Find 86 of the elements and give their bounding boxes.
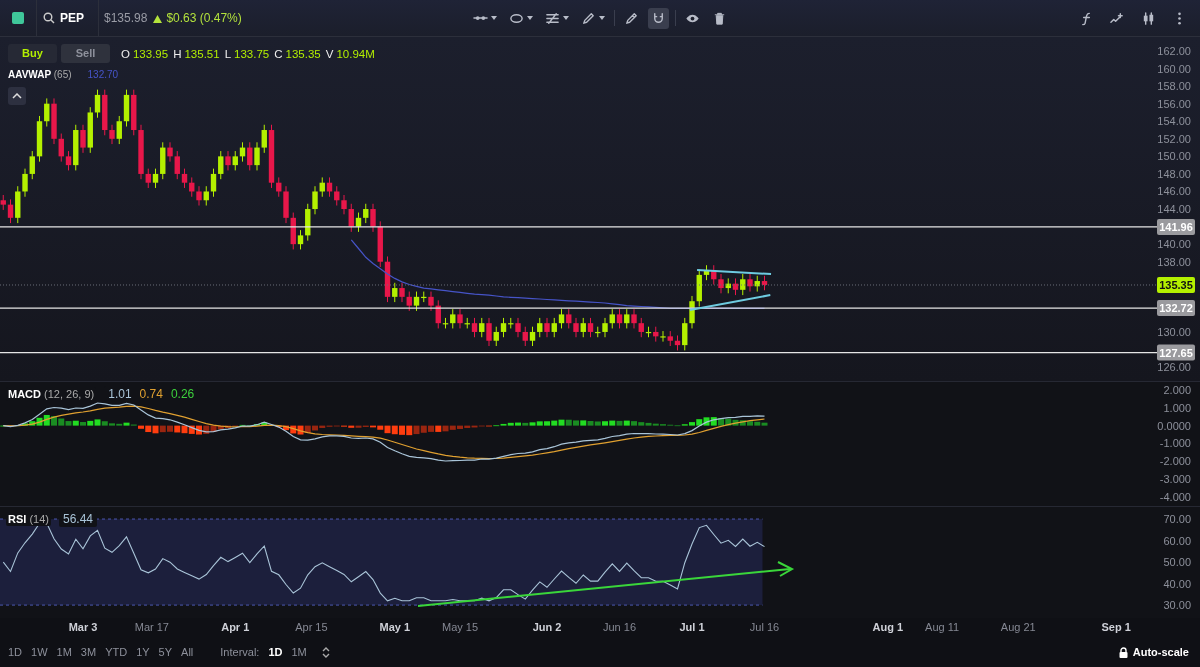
horizontal-line-icon: [473, 15, 488, 21]
interval-button[interactable]: 1M: [291, 646, 307, 659]
axis-label: 150.00: [1157, 150, 1191, 163]
range-button[interactable]: All: [181, 646, 194, 659]
trash-icon: [712, 10, 727, 26]
axis-label: 1.000: [1163, 401, 1191, 414]
price-tag: 141.96: [1157, 218, 1195, 235]
chevron-up-icon: [12, 93, 22, 99]
pencil-icon: [624, 10, 639, 26]
price-tag: 127.65: [1157, 344, 1195, 361]
axis-label: Mar 3: [68, 621, 98, 634]
interval-button[interactable]: 1D: [268, 646, 283, 659]
search-icon[interactable]: [43, 12, 55, 24]
axis-label: 70.00: [1163, 513, 1191, 526]
axis-label: 126.00: [1157, 361, 1191, 374]
parallel-lines-icon: [545, 10, 560, 26]
axis-label: 60.00: [1163, 535, 1191, 548]
range-button[interactable]: 1M: [56, 646, 72, 659]
axis-label: 50.00: [1163, 556, 1191, 569]
range-button[interactable]: 1W: [31, 646, 48, 659]
axis-label: 130.00: [1157, 325, 1191, 338]
range-button[interactable]: 1D: [8, 646, 23, 659]
buy-button[interactable]: Buy: [8, 44, 57, 63]
range-button[interactable]: 5Y: [158, 646, 173, 659]
indicator-value: 132.70: [87, 69, 119, 80]
last-price: $135.98: [104, 11, 148, 25]
indicator-value: 0.74: [137, 386, 165, 401]
trend-line[interactable]: [696, 268, 773, 275]
axis-label: Aug 21: [1000, 621, 1036, 634]
axis-label: 156.00: [1157, 97, 1191, 110]
magnet-icon: [651, 10, 666, 26]
axis-label: -1.000: [1159, 437, 1191, 450]
ticker-symbol[interactable]: PEP: [60, 11, 84, 25]
price-tag: 135.35: [1157, 277, 1195, 293]
axis-label: Apr 15: [295, 621, 328, 634]
collapse-button[interactable]: [8, 87, 26, 105]
axis-label: 2.000: [1163, 383, 1191, 396]
axis-label: Jun 2: [532, 621, 562, 634]
axis-label: 40.00: [1163, 578, 1191, 591]
price-change: $0.63 (0.47%): [166, 11, 242, 25]
axis-label: 144.00: [1157, 203, 1191, 216]
indicator-name: AAVWAP (65): [8, 69, 72, 80]
axis-label: Jul 16: [749, 621, 780, 634]
axis-label: -4.000: [1159, 490, 1191, 503]
drawing-tool-button[interactable]: [648, 7, 669, 29]
pencil-icon: [581, 10, 596, 26]
sell-button[interactable]: Sell: [61, 44, 110, 63]
price-tag: 132.72: [1157, 300, 1195, 317]
axis-label: Mar 17: [134, 621, 169, 634]
candlestick-icon: [1141, 10, 1156, 26]
axis-label: 160.00: [1157, 62, 1191, 75]
axis-label: Sep 1: [1101, 621, 1131, 634]
range-button[interactable]: 3M: [80, 646, 97, 659]
axis-label: 30.00: [1163, 599, 1191, 612]
interval-label: Interval:: [220, 646, 260, 659]
axis-label: 140.00: [1157, 238, 1191, 251]
axis-label: Apr 1: [221, 621, 250, 634]
indicator-value: 0.26: [168, 386, 197, 401]
indicator-value: 1.01: [106, 386, 134, 401]
axis-label: 146.00: [1157, 185, 1191, 198]
range-button[interactable]: YTD: [105, 646, 128, 659]
axis-label: 148.00: [1157, 167, 1191, 180]
app-logo-icon: [12, 12, 24, 24]
axis-label: Jun 16: [603, 621, 637, 634]
axis-label: -3.000: [1159, 472, 1191, 485]
axis-label: 158.00: [1157, 80, 1191, 93]
axis-label: May 15: [441, 621, 479, 634]
axis-label: 162.00: [1157, 45, 1191, 57]
trend-line[interactable]: [688, 294, 772, 311]
axis-label: 152.00: [1157, 132, 1191, 145]
trend-arrow[interactable]: [417, 561, 795, 608]
axis-label: 154.00: [1157, 115, 1191, 128]
axis-label: 0.0000: [1157, 419, 1191, 432]
axis-label: Aug 1: [872, 621, 904, 634]
trend-plus-icon: [1110, 10, 1125, 26]
axis-label: Jul 1: [679, 621, 705, 634]
axis-label: 138.00: [1157, 255, 1191, 268]
price-level-line[interactable]: [0, 351, 1158, 354]
sort-icon[interactable]: [321, 646, 330, 658]
range-button[interactable]: 1Y: [136, 646, 150, 659]
indicator-name: RSI (14): [6, 512, 51, 527]
auto-scale-button[interactable]: Auto-scale: [1118, 646, 1189, 659]
axis-label: May 1: [379, 621, 411, 634]
axis-label: Aug 11: [925, 621, 960, 634]
axis-label: -2.000: [1159, 455, 1191, 468]
ohlcv-legend: O 133.95 H 135.51 L 133.75 C 135.35 V 10.94M: [121, 47, 380, 60]
